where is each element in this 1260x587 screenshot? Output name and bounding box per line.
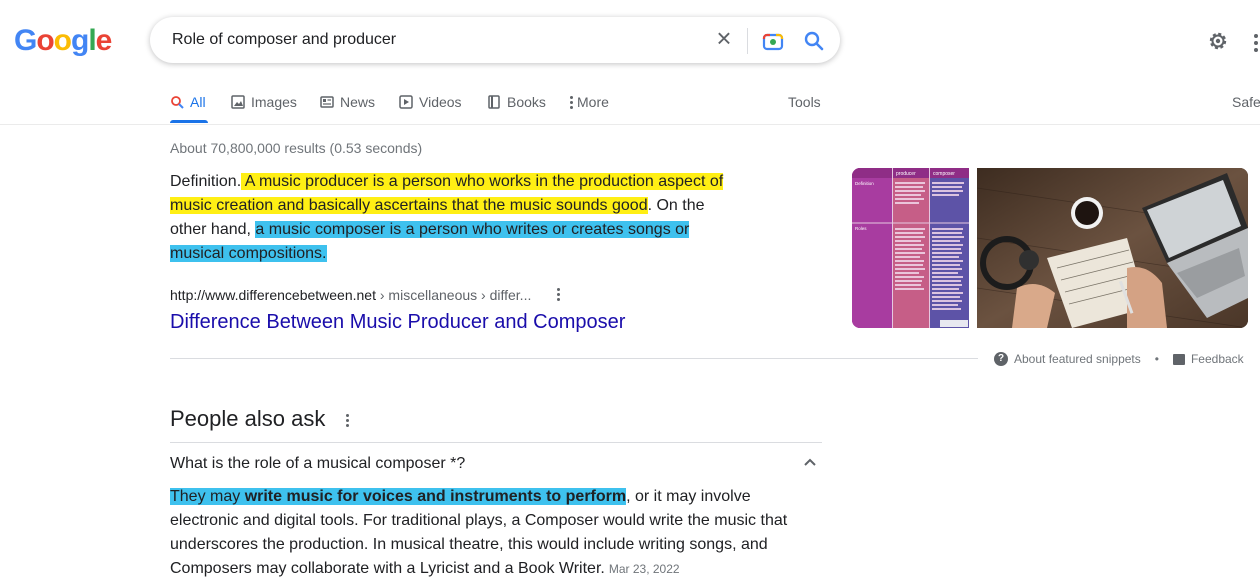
- comparison-table-image[interactable]: producer composer Definition Roles: [852, 168, 969, 328]
- answer-date: Mar 23, 2022: [608, 562, 680, 576]
- paa-answer: They may write music for voices and inst…: [170, 485, 810, 581]
- vertical-dots-icon: [570, 95, 573, 109]
- camera-lens-icon[interactable]: [762, 30, 784, 57]
- logo-letter: l: [88, 24, 96, 57]
- tab-label: More: [577, 94, 609, 110]
- answer-highlight-lead: They may: [170, 488, 245, 505]
- book-icon: [488, 95, 500, 109]
- safesearch-button[interactable]: Safe: [1232, 94, 1260, 110]
- tab-news[interactable]: News: [320, 94, 375, 110]
- safesearch-label: Safe: [1232, 94, 1260, 110]
- result-title-link[interactable]: Difference Between Music Producer and Co…: [170, 311, 625, 334]
- search-icon: [171, 96, 184, 109]
- feedback-link[interactable]: Feedback: [1191, 352, 1244, 366]
- tab-videos[interactable]: Videos: [399, 94, 462, 110]
- settings-gear-icon[interactable]: [1206, 29, 1230, 58]
- tab-books[interactable]: Books: [487, 94, 546, 110]
- snippet-lead: Definition.: [170, 173, 242, 190]
- play-icon: [399, 95, 413, 109]
- paa-question[interactable]: What is the role of a musical composer *…: [170, 455, 465, 473]
- clear-icon[interactable]: ×: [712, 25, 736, 51]
- help-icon[interactable]: ?: [994, 352, 1008, 366]
- tab-label: Books: [507, 94, 546, 110]
- search-input[interactable]: Role of composer and producer: [172, 31, 396, 49]
- results-count: About 70,800,000 results (0.53 seconds): [170, 140, 423, 156]
- tab-images[interactable]: Images: [231, 94, 297, 110]
- people-also-ask-heading: People also ask: [170, 406, 326, 431]
- tools-label: Tools: [788, 94, 821, 110]
- table-header-producer: producer: [896, 171, 916, 177]
- snippet-highlight-yellow: A music producer is a person who works i…: [170, 173, 724, 214]
- about-featured-snippets-link[interactable]: About featured snippets: [1014, 352, 1141, 366]
- active-tab-indicator: [170, 120, 208, 123]
- logo-letter: o: [53, 24, 72, 57]
- search-box[interactable]: Role of composer and producer ×: [150, 17, 840, 63]
- cite-breadcrumb: › miscellaneous › differ...: [375, 287, 532, 303]
- result-options-icon[interactable]: [557, 288, 560, 303]
- featured-snippet-text: Definition. A music producer is a person…: [170, 170, 745, 266]
- table-row-definition: Definition: [855, 181, 874, 186]
- logo-letter: g: [71, 24, 89, 57]
- feedback-icon[interactable]: [1172, 353, 1185, 365]
- table-row-roles: Roles: [855, 226, 867, 231]
- chevron-up-icon[interactable]: [802, 454, 818, 475]
- tools-button[interactable]: Tools: [788, 94, 821, 110]
- tab-label: Images: [251, 94, 297, 110]
- logo-letter: G: [14, 24, 37, 57]
- search-divider: [747, 28, 748, 54]
- tab-all[interactable]: All: [170, 94, 206, 110]
- snippet-divider: [170, 358, 978, 359]
- paa-options-icon[interactable]: [346, 414, 349, 429]
- composer-desk-photo[interactable]: [977, 168, 1248, 328]
- logo-letter: o: [36, 24, 54, 57]
- search-icon[interactable]: [802, 29, 826, 58]
- image-icon: [231, 95, 245, 109]
- cite-domain: http://www.differencebetween.net: [170, 287, 376, 303]
- header-divider: [0, 124, 1260, 125]
- featured-snippet-footer: ? About featured snippets • Feedback: [994, 352, 1244, 366]
- tab-label: News: [340, 94, 376, 110]
- apps-menu-icon[interactable]: [1254, 34, 1258, 55]
- tab-more[interactable]: More: [570, 94, 609, 110]
- table-header-composer: composer: [933, 171, 955, 177]
- tab-label: All: [190, 94, 206, 110]
- logo-letter: e: [95, 24, 113, 57]
- tab-label: Videos: [419, 94, 462, 110]
- footer-separator: •: [1154, 352, 1159, 366]
- google-logo[interactable]: Google: [14, 24, 113, 58]
- news-icon: [320, 96, 334, 108]
- answer-highlight-bold: write music for voices and instruments t…: [244, 488, 627, 505]
- paa-divider: [170, 442, 822, 443]
- result-cite: http://www.differencebetween.net › misce…: [170, 287, 531, 303]
